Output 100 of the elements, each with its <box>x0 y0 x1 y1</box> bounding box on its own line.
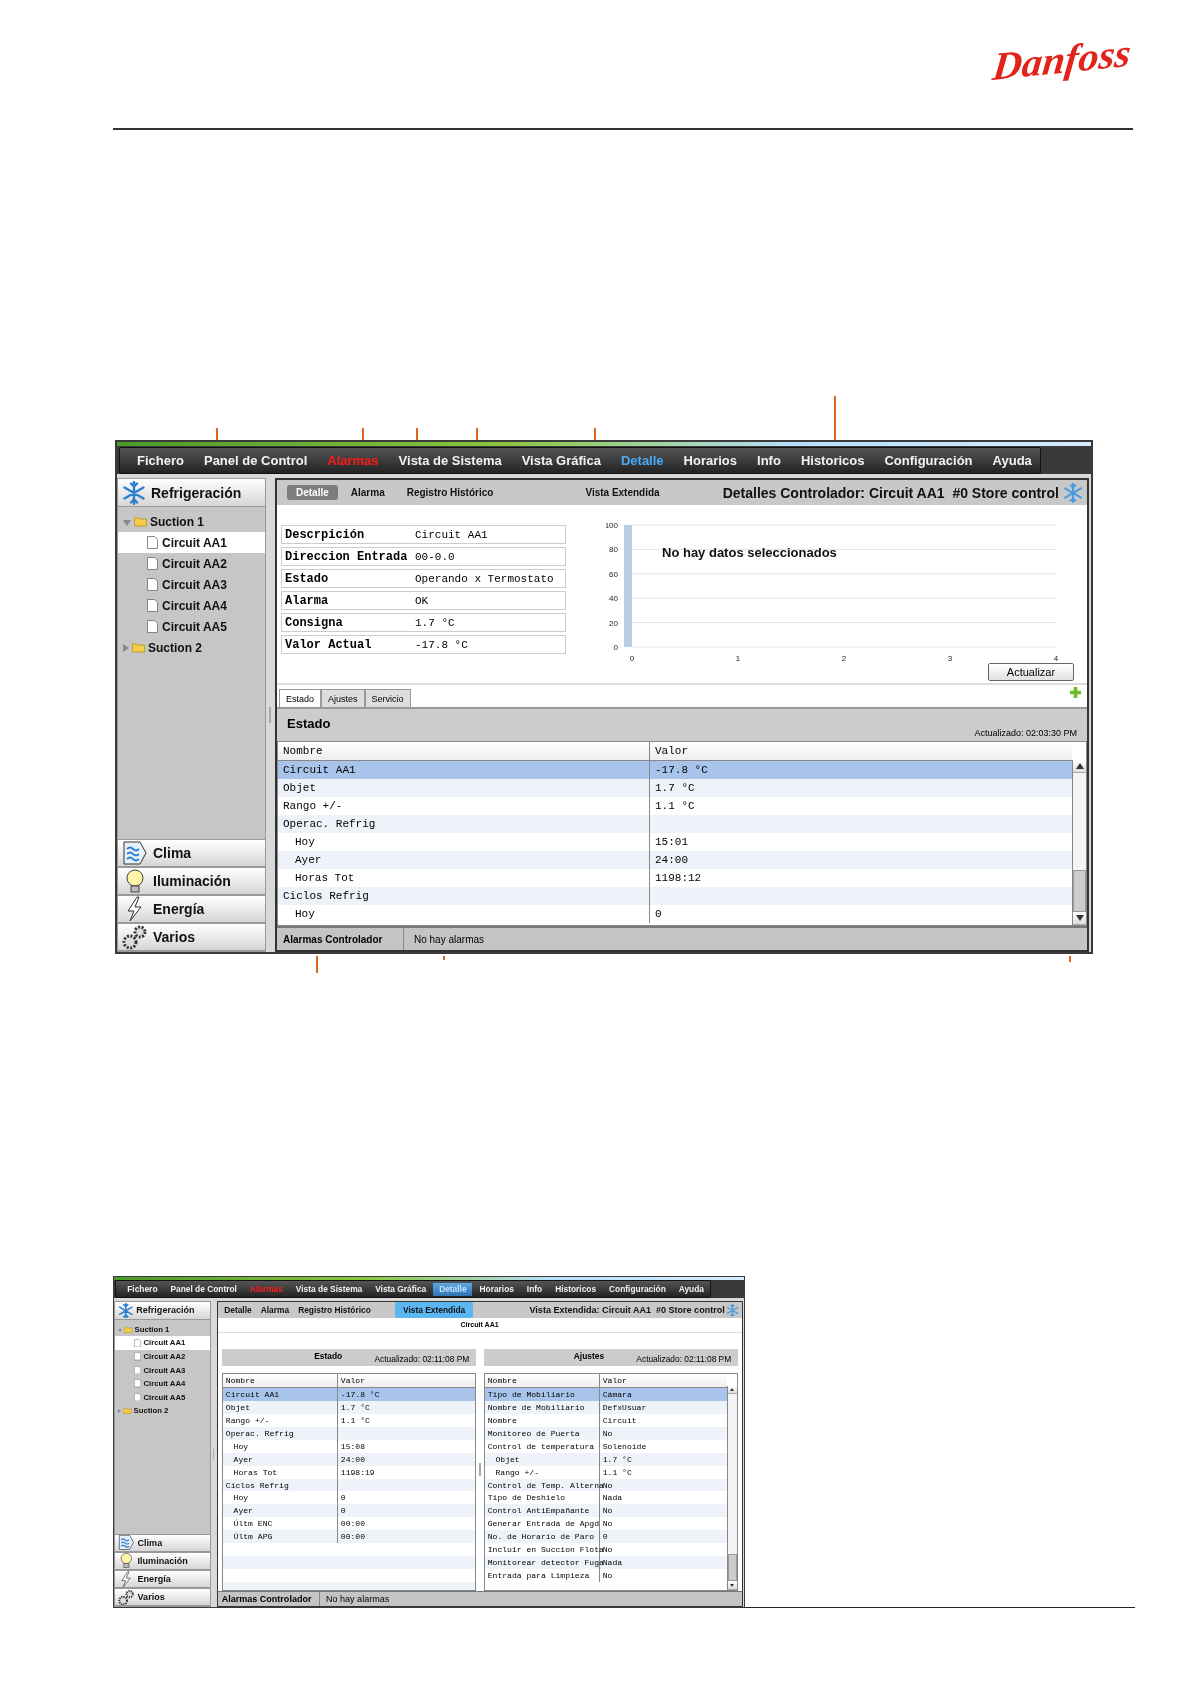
table-row[interactable]: Últm APG 00:00 <box>222 1530 475 1544</box>
tree-item[interactable]: Circuit AA2 <box>118 553 265 574</box>
brand-logo: Danfoss <box>990 31 1134 89</box>
view-tab[interactable]: Detalle <box>220 1303 256 1317</box>
axis-label: 0 <box>629 654 635 663</box>
refresh-button[interactable]: Actualizar <box>988 663 1074 681</box>
menu-item[interactable]: Panel de Control <box>194 451 317 470</box>
scroll-down-button[interactable] <box>728 1581 737 1590</box>
table-cell-text: 0 <box>601 1531 609 1544</box>
table-row[interactable]: Circuit AA1 -17.8 °C <box>222 1388 475 1402</box>
accordion-header[interactable]: Energía <box>118 895 265 923</box>
menu-item[interactable]: Ayuda <box>983 451 1041 470</box>
scroll-thumb[interactable] <box>728 1553 737 1582</box>
tree-item[interactable]: Circuit AA3 <box>118 574 265 595</box>
table-row[interactable]: Tipo de Mobiliario Cámara <box>484 1388 728 1402</box>
status-label: Alarmas Controlador <box>217 1591 320 1607</box>
view-tab[interactable]: Registro Histórico <box>294 1303 375 1317</box>
menu-item[interactable]: Fichero <box>121 1283 164 1296</box>
table-cell-text: 00:00 <box>339 1518 367 1531</box>
view-tab[interactable]: Vista Extendida <box>576 485 669 500</box>
table-row[interactable]: Nombre de Mobiliario DefxUsuar <box>484 1401 728 1415</box>
view-tab[interactable]: Detalle <box>287 485 338 500</box>
tree-item[interactable]: Suction 2 <box>118 637 265 658</box>
table-cell-text: 1198:19 <box>339 1466 376 1479</box>
menu-item[interactable]: Info <box>748 451 790 470</box>
accordion-header[interactable]: Clima <box>118 839 265 867</box>
menu-item[interactable]: Vista Gráfica <box>369 1283 433 1296</box>
tab[interactable]: Estado <box>279 689 322 707</box>
leader-line <box>216 428 218 440</box>
field-label: Alarma <box>285 593 330 608</box>
tab[interactable]: Ajustes <box>321 689 365 707</box>
accordion-header[interactable]: Varios <box>118 923 265 951</box>
scroll-up-button[interactable] <box>728 1385 737 1395</box>
menu-item[interactable]: Vista de Sistema <box>290 1283 369 1296</box>
table-row[interactable]: Monitorear detector FugaNada <box>484 1556 728 1569</box>
accordion-header[interactable]: Refrigeración <box>115 1301 210 1320</box>
table-cell-text: -17.8 °C <box>654 763 709 778</box>
table-row[interactable]: Objet 1.7 °C <box>278 779 1072 797</box>
accordion-header[interactable]: Refrigeración <box>118 479 265 507</box>
accordion-header[interactable]: Clima <box>115 1533 210 1552</box>
tree-item[interactable]: Circuit AA5 <box>118 616 265 637</box>
snowflake-icon <box>122 480 146 505</box>
accordion-header[interactable]: Iluminación <box>118 867 265 895</box>
axis-label: 0 <box>613 643 618 652</box>
scrollbar[interactable] <box>727 1385 737 1590</box>
panel-title: Detalles Controlador: Circuit AA1 #0 Store control <box>722 484 1059 501</box>
status-message: No hay alarmas <box>413 932 485 947</box>
scrollbar[interactable] <box>1072 760 1086 925</box>
axis-label: 100 <box>606 521 618 530</box>
axis-label: 20 <box>609 618 618 628</box>
menu-item[interactable]: Horarios <box>473 1283 520 1296</box>
menu-item[interactable]: Vista de Sistema <box>389 451 511 470</box>
scroll-thumb[interactable] <box>1073 870 1086 912</box>
update-time: Actualizado: 02:03:30 PM <box>974 728 1077 738</box>
document-icon <box>147 599 158 612</box>
table-cell-text: Cámara <box>601 1389 633 1402</box>
menu-item[interactable]: Ayuda <box>672 1283 710 1296</box>
table-row[interactable]: Operac. Refrig <box>278 815 1072 833</box>
tree-item[interactable]: Circuit AA4 <box>118 595 265 616</box>
menu-item[interactable]: Historicos <box>791 451 874 470</box>
scroll-down-button[interactable] <box>1073 912 1086 925</box>
tree-item[interactable]: Suction 1 <box>118 511 265 532</box>
table-row[interactable]: Ayer 24:00 <box>278 851 1072 869</box>
table-row[interactable]: Ayer 0 <box>222 1504 475 1518</box>
view-tab[interactable]: Vista Extendida <box>395 1302 473 1318</box>
menu-item[interactable]: Info <box>521 1283 549 1296</box>
view-tab[interactable]: Registro Histórico <box>397 485 503 500</box>
menu-item[interactable]: Historicos <box>549 1283 602 1296</box>
table-cell-text: Circuit <box>601 1415 638 1427</box>
axis-label: 60 <box>609 569 618 579</box>
tab[interactable]: Servicio <box>364 689 411 707</box>
update-time: Actualizado: 02:11:08 PM <box>636 1353 732 1364</box>
axis-label: 1 <box>735 654 741 663</box>
menu-item[interactable]: Configuración <box>875 451 982 470</box>
waves-icon <box>117 1534 135 1552</box>
plus-icon[interactable] <box>1070 687 1081 698</box>
table-cell-text: 1198:12 <box>654 871 703 886</box>
table-row[interactable]: Circuit AA1 -17.8 °C <box>278 761 1072 779</box>
column-header: Valor <box>654 744 689 759</box>
menu-item[interactable]: Vista Gráfica <box>512 451 610 470</box>
menu-item[interactable]: Configuración <box>603 1283 672 1296</box>
table-row[interactable]: Objet 1.7 °C <box>222 1401 475 1415</box>
view-tab[interactable]: Alarma <box>341 485 394 500</box>
table-cell-text: No <box>601 1518 614 1531</box>
table-row[interactable]: Control AntiEmpañante No <box>484 1504 728 1518</box>
table-cell-text: Solenoide <box>601 1440 648 1453</box>
table-cell-text: 24:00 <box>654 853 689 868</box>
menu-item[interactable]: Horarios <box>674 451 747 470</box>
table-cell-text: 0 <box>654 907 663 922</box>
tree-item[interactable]: Circuit AA1 <box>118 532 265 553</box>
field-value: Circuit AA1 <box>415 528 488 541</box>
view-tab[interactable]: Alarma <box>256 1303 293 1317</box>
menu-item[interactable]: Panel de Control <box>164 1283 243 1296</box>
snowflake-icon <box>117 1302 134 1319</box>
scroll-up-button[interactable] <box>1073 760 1086 773</box>
menu-item[interactable]: Fichero <box>128 451 193 470</box>
table-row[interactable]: No. de Horario de Paro 0 <box>484 1530 728 1544</box>
menu-item[interactable]: Detalle <box>611 451 673 470</box>
table-row[interactable]: Ciclos Refrig <box>278 887 1072 905</box>
axis-label: 40 <box>609 594 618 604</box>
